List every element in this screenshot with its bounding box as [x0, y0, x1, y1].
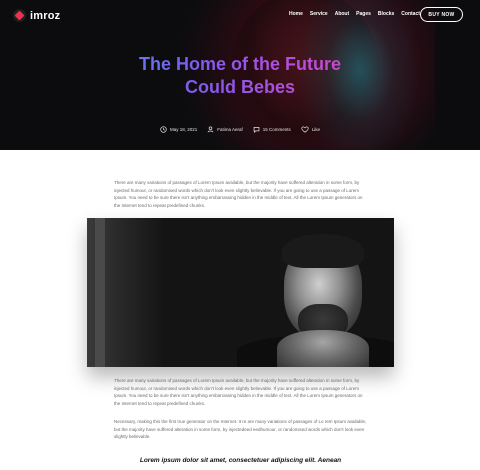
meta-date-text: May 18, 2021 [169, 127, 198, 132]
logo-icon [13, 9, 26, 22]
logo-text: imroz [30, 9, 61, 22]
meta-comments-text: 15 Comments [262, 127, 291, 132]
hero-section: imroz Home Service About Pages Blocks Co… [0, 0, 480, 150]
image-door-frame [95, 218, 105, 367]
nav-item-contact[interactable]: Contact [401, 11, 420, 17]
clock-icon [160, 126, 167, 133]
meta-author-text: Fatima Aeraf [217, 127, 243, 132]
site-logo[interactable]: imroz [13, 9, 60, 22]
buy-now-button[interactable]: BUY NOW [420, 7, 463, 22]
page-title-line-1: The Home of the Future [139, 54, 341, 74]
article-paragraph: There are many variations of passages of… [114, 180, 363, 208]
image-subject-hair [282, 234, 364, 268]
nav-item-about[interactable]: About [335, 11, 349, 17]
article-paragraph: Necessary, making this the first true ge… [114, 419, 367, 440]
page-title: The Home of the Future Could Bebes [0, 53, 480, 99]
meta-date: May 18, 2021 [160, 126, 197, 133]
page-title-line-2: Could Bebes [184, 77, 295, 97]
meta-like-text: Like [311, 127, 321, 132]
article-paragraph: There are many variations of passages of… [114, 378, 363, 406]
nav-item-service[interactable]: Service [310, 11, 328, 17]
nav-item-pages[interactable]: Pages [356, 11, 371, 17]
nav-item-home[interactable]: Home [289, 11, 303, 17]
heart-icon [301, 126, 309, 133]
main-nav: Home Service About Pages Blocks Contact [289, 11, 420, 17]
comment-icon [253, 127, 260, 133]
article-image [87, 218, 394, 367]
meta-like[interactable]: Like [301, 126, 320, 133]
nav-item-blocks[interactable]: Blocks [378, 11, 394, 17]
post-meta: May 18, 2021 Fatima Aeraf 15 Comments Li… [0, 126, 480, 133]
image-subject-hands [277, 330, 369, 367]
meta-comments[interactable]: 15 Comments [253, 126, 291, 133]
user-icon [207, 126, 214, 133]
meta-author[interactable]: Fatima Aeraf [207, 126, 243, 133]
article-blockquote: Lorem ipsum dolor sit amet, consectetuer… [139, 457, 342, 464]
